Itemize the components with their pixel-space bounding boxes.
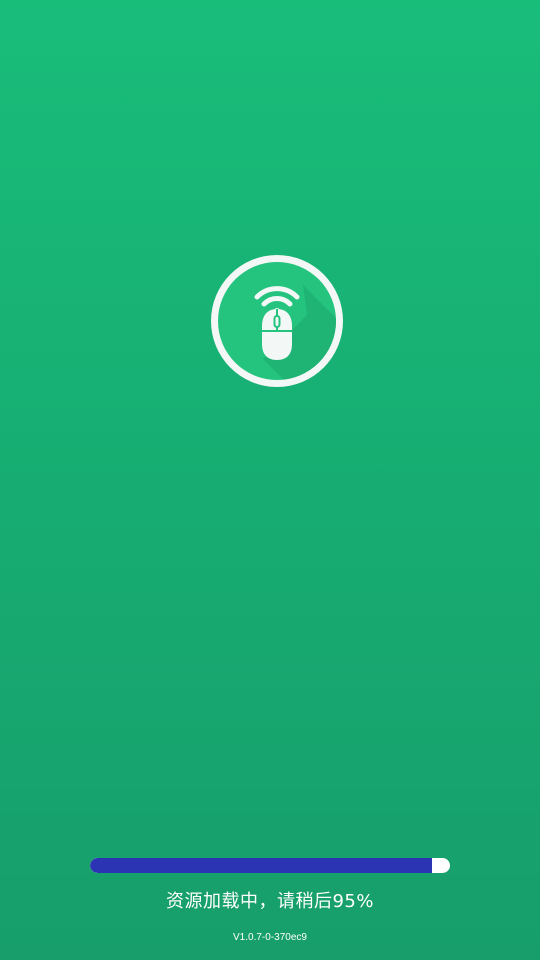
version-label: V1.0.7-0-370ec9 (233, 932, 307, 943)
loading-status-text: 资源加载中，请稍后95% (165, 891, 374, 912)
wireless-mouse-icon (211, 255, 343, 387)
app-logo (211, 255, 343, 387)
loading-progress-fill (90, 858, 432, 873)
loading-progress-bar (90, 858, 450, 873)
